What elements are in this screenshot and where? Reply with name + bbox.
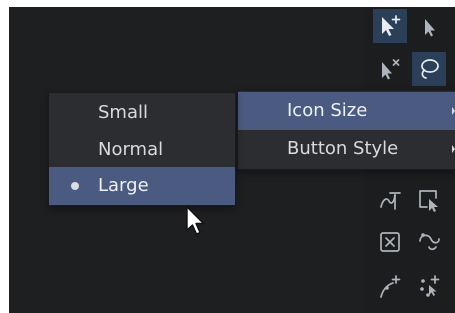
curve-edit-icon [380,192,401,210]
delete-box-tool[interactable] [373,225,407,259]
context-menu: Icon Size Button Style [238,91,455,169]
submenu-item-label: Normal [98,139,164,160]
add-bezier-point-icon [380,275,401,298]
mouse-cursor-icon [186,206,205,235]
select-frame-tool[interactable] [412,183,446,217]
remove-point-pointer-icon [382,59,400,80]
submenu-item-label: Large [98,175,149,196]
rotate-point-tool[interactable] [412,225,446,259]
radio-selected-icon [71,182,79,190]
lasso-icon [421,59,439,79]
submenu-item-large[interactable]: Large [49,167,235,205]
menu-item-label: Icon Size [287,100,368,121]
lasso-tool[interactable] [412,52,446,86]
add-point-pointer-icon [382,15,401,36]
move-points-icon [420,275,440,297]
move-points-tool[interactable] [412,269,446,303]
viewer-canvas[interactable]: Icon Size Button Style Small Normal Larg… [9,7,455,313]
add-bezier-point-tool[interactable] [373,269,407,303]
add-point-pointer-tool[interactable] [373,9,407,43]
menu-item-icon-size[interactable]: Icon Size [238,92,455,130]
icon-size-submenu: Small Normal Large [49,93,235,205]
select-frame-icon [419,190,438,212]
submenu-item-small[interactable]: Small [49,94,235,132]
submenu-item-label: Small [98,102,148,123]
rotate-point-icon [419,233,440,251]
pointer-icon [425,19,435,37]
pointer-tool[interactable] [412,9,446,43]
curve-edit-tool[interactable] [373,183,407,217]
menu-item-button-style[interactable]: Button Style [238,130,455,168]
delete-box-icon [380,232,400,252]
submenu-item-normal[interactable]: Normal [49,131,235,169]
remove-point-pointer-tool[interactable] [373,52,407,86]
menu-item-label: Button Style [287,138,399,159]
